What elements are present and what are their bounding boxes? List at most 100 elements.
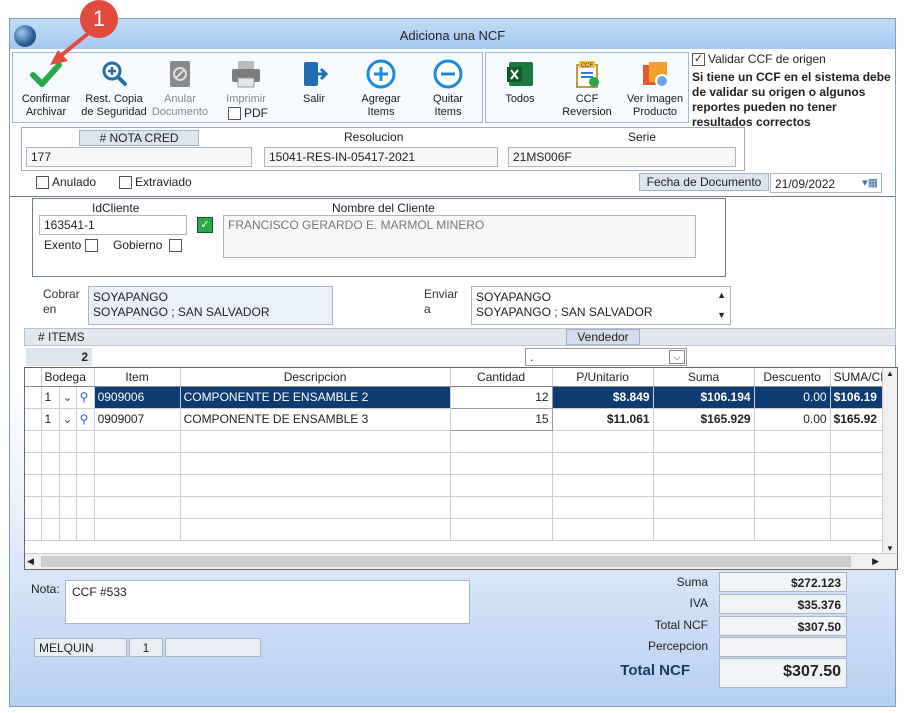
nota-label: Nota: [31,582,60,596]
description-cell[interactable]: COMPONENTE DE ENSAMBLE 2 [180,386,451,409]
total-ncf-label: Total NCF [654,618,708,632]
col-item[interactable]: Item [94,368,181,387]
remove-items-button[interactable]: Quitar Items [418,59,478,119]
scroll-left-arrow-icon[interactable]: ◀ [27,556,34,567]
extraviado-checkbox[interactable] [119,176,132,189]
fecha-field[interactable]: 21/09/2022 ▾▦ [770,173,882,193]
row-selector[interactable] [25,408,42,431]
col-punitario[interactable]: P/Unitario [552,368,654,387]
items-bar [24,328,896,346]
col-descuento[interactable]: Descuento [754,368,831,387]
items-table: Bodega Item Descripcion Cantidad P/Unita… [25,368,893,541]
extraviado-label: Extraviado [135,175,192,189]
suma-cell[interactable]: $106.194 [653,386,755,409]
nota-cred-field[interactable]: 177 [26,147,252,167]
fecha-label: Fecha de Documento [639,173,769,191]
validate-ccf-label: Validar CCF de origen [708,52,826,66]
bodega-dropdown-icon[interactable]: ⌄ [59,386,77,409]
ccf-reversion-label: CCF Reversion [562,93,612,118]
anulado-checkbox[interactable] [36,176,49,189]
scroll-down-arrow-icon[interactable]: ▼ [886,544,894,553]
scroll-right-arrow-icon[interactable]: ▶ [872,556,879,567]
all-excel-button[interactable]: Todos [492,59,548,106]
pdf-checkbox[interactable] [228,107,241,120]
percepcion-label: Percepcion [647,639,708,653]
chevron-down-icon[interactable]: ⌵ [669,350,685,364]
serie-field[interactable]: 21MS006F [508,147,736,167]
exit-label: Salir [302,93,325,105]
client-valid-icon[interactable]: ✓ [197,217,213,233]
idcliente-field[interactable]: 163541-1 [39,215,187,235]
suma-total-value: $272.123 [719,572,847,592]
suma-total-label: Suma [676,575,708,589]
all-label: Todos [505,93,535,105]
col-cantidad[interactable]: Cantidad [450,368,553,387]
empty-row [25,430,893,453]
client-name-field[interactable]: FRANCISCO GERARDO E. MARMOL MINERO [223,215,696,258]
iva-label: IVA [689,596,708,610]
exento-checkbox[interactable] [85,239,98,252]
user-field: MELQUIN [34,638,127,657]
ccf-reversion-icon: CCF [576,61,599,88]
view-image-label: Ver Imagen Producto [626,93,684,118]
ccf-reversion-button[interactable]: CCF CCF Reversion [556,59,618,119]
col-bodega[interactable]: Bodega [41,368,95,387]
col-descripcion[interactable]: Descripcion [180,368,451,387]
enviar-line2: SOYAPANGO ; SAN SALVADOR [476,305,653,319]
client-name-label: Nombre del Cliente [332,201,435,215]
zoom-in-icon [102,61,127,86]
scroll-down-icon[interactable]: ▼ [717,308,726,323]
table-row[interactable]: 1 ⌄ ⚲ 0909007 COMPONENTE DE ENSAMBLE 3 1… [25,407,893,431]
void-label: Anular Documento [151,93,209,118]
enviar-field[interactable]: SOYAPANGO SOYAPANGO ; SAN SALVADOR ▲ ▼ [471,286,731,325]
suma-cell[interactable]: $165.929 [653,408,755,431]
serie-label: Serie [628,130,657,144]
table-row[interactable]: 1 ⌄ ⚲ 0909006 COMPONENTE DE ENSAMBLE 2 1… [25,385,893,409]
horizontal-scrollbar[interactable]: ◀ ▶ [25,553,897,569]
item-cell[interactable]: 0909007 [94,408,181,431]
row-selector[interactable] [25,386,42,409]
window-title: Adiciona una NCF [399,28,506,43]
description-cell[interactable]: COMPONENTE DE ENSAMBLE 3 [180,408,451,431]
empty-row [25,474,893,497]
gobierno-checkbox[interactable] [169,239,182,252]
grid-header-row: Bodega Item Descripcion Cantidad P/Unita… [25,368,893,387]
item-search-icon[interactable]: ⚲ [76,408,95,431]
bodega-dropdown-icon[interactable]: ⌄ [59,408,77,431]
calendar-dropdown-icon[interactable]: ▾▦ [862,176,878,189]
item-cell[interactable]: 0909006 [94,386,181,409]
printer-icon [232,61,260,88]
divider [10,196,895,197]
bodega-cell[interactable]: 1 [41,408,60,431]
exit-door-icon [304,62,329,86]
void-document-button[interactable]: Anular Documento [150,59,210,119]
nota-field[interactable]: CCF #533 [65,580,470,624]
validate-ccf-checkbox[interactable]: ✓ [692,53,705,66]
quantity-cell[interactable]: 12 [449,385,553,409]
view-product-image-button[interactable]: Ver Imagen Producto [622,59,688,119]
scroll-up-icon[interactable]: ▲ [717,288,726,303]
confirm-archive-button[interactable]: Confirmar Archivar [16,59,76,119]
discount-cell[interactable]: 0.00 [754,386,831,409]
bodega-cell[interactable]: 1 [41,386,60,409]
discount-cell[interactable]: 0.00 [754,408,831,431]
unit-price-cell[interactable]: $8.849 [552,386,654,409]
ccf-icon-text: CCF [581,63,594,69]
vendedor-select[interactable]: . ⌵ [525,348,687,366]
exit-button[interactable]: Salir [286,59,342,106]
cobrar-field[interactable]: SOYAPANGO SOYAPANGO ; SAN SALVADOR [88,286,333,325]
add-items-button[interactable]: Agregar Items [350,59,412,119]
scroll-thumb[interactable] [41,556,851,567]
resolucion-field[interactable]: 15041-RES-IN-05417-2021 [264,147,498,167]
empty-row [25,452,893,475]
item-search-icon[interactable]: ⚲ [76,386,95,409]
col-suma[interactable]: Suma [653,368,755,387]
scroll-up-arrow-icon[interactable]: ▲ [886,369,894,378]
pointer-arrow-icon [50,30,92,65]
quantity-cell[interactable]: 15 [449,407,553,431]
unit-price-cell[interactable]: $11.061 [552,408,654,431]
restore-backup-button[interactable]: Rest. Copia de Seguridad [78,59,150,119]
print-button[interactable]: Imprimir [216,59,276,106]
vertical-scrollbar[interactable]: ▲ ▼ [882,368,897,554]
grand-total-label: Total NCF [620,662,690,679]
